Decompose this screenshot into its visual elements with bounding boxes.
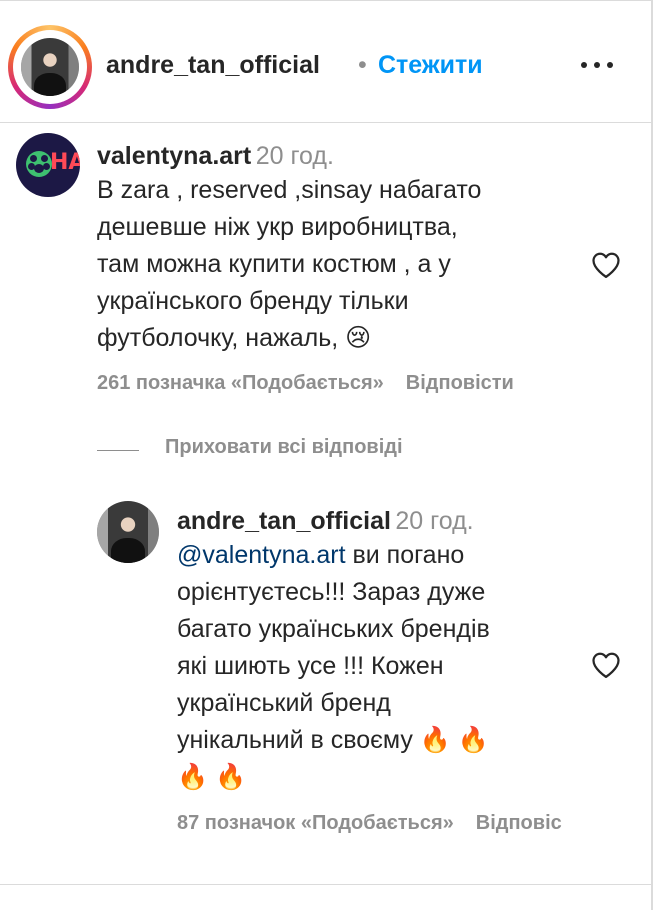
section-divider [0,884,651,885]
comment-header: valentyna.art 20 год. [97,142,334,171]
reply-time: 20 год. [395,507,474,535]
reply-text: орієнтуєтесь!!! Зараз дуже багато україн… [177,578,490,791]
header-avatar[interactable] [8,25,92,109]
reply-button[interactable]: Відповісти [406,372,514,394]
comment-meta: 261 позначка «Подобається» Відповісти [97,372,514,395]
heart-outline-icon[interactable] [591,651,621,679]
comment-likes[interactable]: 261 позначка «Подобається» [97,372,384,394]
reply-first-line: @valentyna.art ви погано [177,537,577,574]
hide-replies-label: Приховати всі відповіді [165,436,403,458]
commenter-avatar[interactable]: HA [16,133,80,197]
reply-username[interactable]: andre_tan_official [177,507,391,535]
avatar-logo-text: HA [50,150,80,175]
mention-link[interactable]: @valentyna.art [177,541,346,569]
reply-text-start: ви погано [345,541,465,569]
paw-icon [26,151,52,177]
reply-avatar[interactable] [97,501,159,563]
reply-meta: 87 позначок «Подобається» Відповіс [177,812,562,835]
comment-username[interactable]: valentyna.art [97,142,251,170]
divider-line [97,450,139,451]
reply-likes[interactable]: 87 позначок «Подобається» [177,812,454,834]
comment-time: 20 год. [255,142,334,170]
heart-outline-icon[interactable] [591,251,621,279]
header-username[interactable]: andre_tan_official [106,51,320,80]
post-header: andre_tan_official • Стежити [0,0,651,123]
avatar-photo [21,38,79,96]
comment-text: В zara , reserved ,sinsay набагато дешев… [97,176,482,352]
reply-reply-button[interactable]: Відповіс [476,812,562,834]
reply-header: andre_tan_official 20 год. [177,507,474,536]
header-separator: • [358,51,367,79]
follow-button[interactable]: Стежити [378,51,483,80]
more-options-icon[interactable] [580,51,616,77]
